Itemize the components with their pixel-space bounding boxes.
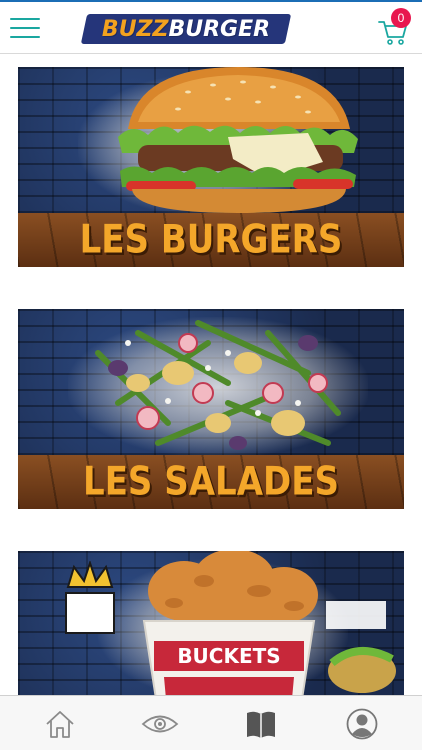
top-header: BUZZ BURGER 0 (0, 0, 422, 54)
eye-icon (141, 715, 179, 732)
category-card-salads[interactable]: LES SALADES (18, 309, 404, 509)
home-icon (46, 710, 74, 738)
menu-line (10, 36, 40, 38)
category-list[interactable]: LES BURGERS LES SALADES BUCKETS (0, 55, 422, 695)
cart-count-badge: 0 (391, 8, 411, 28)
logo-wordmark: BUZZ BURGER (84, 14, 288, 44)
category-title: LES BURGERS (79, 217, 343, 263)
chicken-bucket-image: BUCKETS (142, 551, 318, 695)
tab-profile[interactable] (312, 696, 412, 750)
brand-logo[interactable]: BUZZ BURGER (80, 14, 292, 44)
menu-line (10, 18, 40, 20)
burger-image (118, 67, 358, 213)
menu-line (10, 27, 40, 29)
logo-burger-text: BURGER (168, 16, 271, 42)
category-card-burgers[interactable]: LES BURGERS (18, 67, 404, 267)
salad-image (95, 320, 341, 450)
bottom-tab-bar (0, 695, 422, 750)
category-title: LES SALADES (83, 459, 339, 505)
logo-buzz-text: BUZZ (101, 16, 169, 42)
profile-icon (346, 708, 378, 739)
cart-button[interactable]: 0 (378, 8, 412, 46)
tab-view[interactable] (110, 696, 210, 750)
tab-home[interactable] (10, 696, 110, 750)
hamburger-menu-icon[interactable] (10, 16, 40, 42)
category-card-buckets[interactable]: BUCKETS (18, 551, 404, 695)
bucket-label: BUCKETS (177, 644, 280, 668)
tab-menu[interactable] (211, 696, 311, 750)
crown-logo-icon (65, 561, 115, 634)
book-icon (247, 711, 275, 738)
side-item-image (326, 601, 396, 693)
app-screen: BUZZ BURGER 0 LES BURGERS LES SALADES BU… (0, 0, 422, 750)
